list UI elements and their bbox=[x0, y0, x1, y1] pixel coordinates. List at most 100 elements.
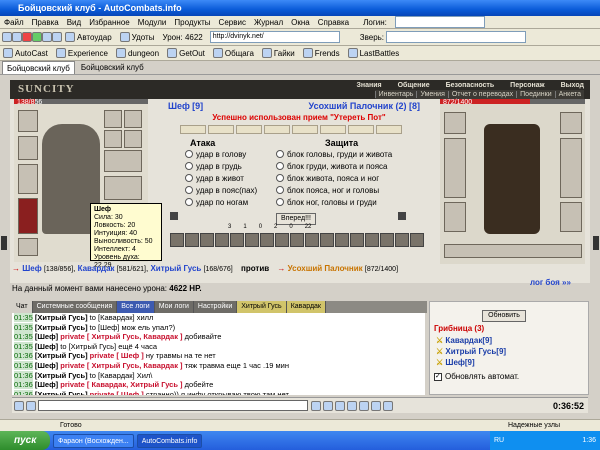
attack-groin-option[interactable]: удар в пояс(пах) bbox=[185, 185, 257, 197]
history-icon[interactable] bbox=[347, 400, 357, 411]
belt-slot-icon[interactable] bbox=[18, 238, 38, 256]
nav-security[interactable]: Безопасность bbox=[446, 82, 495, 89]
weapon-slot-icon[interactable] bbox=[18, 164, 38, 194]
refresh-button[interactable]: Обновить bbox=[482, 310, 526, 322]
skill-icon[interactable] bbox=[365, 233, 379, 247]
attack-legs-option[interactable]: удар по ногам bbox=[185, 197, 257, 209]
refresh-icon[interactable] bbox=[32, 32, 42, 42]
left-scroll-arrow-icon[interactable] bbox=[1, 236, 7, 250]
link-dungeon[interactable]: dungeon bbox=[113, 47, 162, 60]
defense-option-1[interactable]: блок головы, груди и живота bbox=[276, 149, 392, 161]
login-input[interactable] bbox=[394, 16, 485, 28]
attack-chest-option[interactable]: удар в грудь bbox=[185, 161, 257, 173]
bracers-slot-icon[interactable] bbox=[18, 136, 38, 160]
vs-left-name[interactable]: Шеф bbox=[22, 264, 42, 273]
chat-sender[interactable]: [Шеф] bbox=[35, 361, 58, 370]
skill-icon[interactable] bbox=[335, 233, 349, 247]
chat-private-recipients[interactable]: private [ Хитрый Гусь, Кавардак ] bbox=[60, 361, 182, 370]
opp-amulet-slot-icon[interactable] bbox=[560, 112, 582, 134]
chat-sender[interactable]: [Шеф] bbox=[35, 380, 58, 389]
menu-modules[interactable]: Модули bbox=[138, 16, 167, 29]
chat-sender[interactable]: [Шеф] bbox=[35, 342, 58, 351]
clan-member[interactable]: ⚔ Кавардак[9] bbox=[436, 335, 506, 346]
right-scroll-arrow-icon[interactable] bbox=[593, 236, 599, 250]
task-pharaoh[interactable]: Фараон (Восхожден... bbox=[53, 433, 134, 448]
skill-icon[interactable] bbox=[380, 233, 394, 247]
skill-icon[interactable] bbox=[245, 233, 259, 247]
tab-fight-club-1[interactable]: Бойцовский клуб bbox=[2, 61, 75, 74]
chat-private-recipients[interactable]: private [ Кавардак, Хитрый Гусь ] bbox=[60, 380, 182, 389]
radio-icon[interactable] bbox=[185, 150, 193, 158]
vs-right-name[interactable]: Усохший Палочник bbox=[288, 264, 363, 273]
clear-icon[interactable] bbox=[323, 400, 333, 411]
settings-icon[interactable] bbox=[383, 400, 393, 411]
skill-icon[interactable] bbox=[200, 233, 214, 247]
sound-icon[interactable] bbox=[371, 400, 381, 411]
link-getout[interactable]: GetOut bbox=[164, 47, 208, 60]
auto-refresh-option[interactable]: ✓ Обновлять автомат. bbox=[434, 372, 519, 381]
tab-hitry-gus[interactable]: Хитрый Гусь bbox=[237, 301, 287, 313]
search-icon[interactable] bbox=[52, 32, 62, 42]
opponent-header[interactable]: Усохший Палочник (2) [8] bbox=[309, 101, 420, 111]
chat-sender[interactable]: [Хитрый Гусь] bbox=[35, 390, 88, 395]
nav-profile[interactable]: Анкета bbox=[554, 91, 584, 98]
defense-option-4[interactable]: блок пояса, ног и головы bbox=[276, 185, 392, 197]
menu-service[interactable]: Сервис bbox=[219, 16, 246, 29]
chat-sender[interactable]: [Хитрый Гусь] bbox=[35, 371, 88, 380]
menu-view[interactable]: Вид bbox=[67, 16, 81, 29]
stop-icon[interactable] bbox=[22, 32, 32, 42]
tab-kavardak[interactable]: Кавардак bbox=[286, 301, 326, 313]
scroll-slot-icon[interactable] bbox=[208, 125, 234, 134]
chat-sender[interactable]: [Хитрый Гусь] bbox=[35, 323, 88, 332]
gloves-slot-icon[interactable] bbox=[104, 150, 142, 172]
armor-slot-icon[interactable] bbox=[18, 198, 38, 234]
skill-icon[interactable] bbox=[290, 233, 304, 247]
link-lastbattles[interactable]: LastBattles bbox=[345, 47, 403, 60]
forward-icon[interactable] bbox=[12, 32, 22, 42]
attack-belly-option[interactable]: удар в живот bbox=[185, 173, 257, 185]
skill-icon[interactable] bbox=[350, 233, 364, 247]
filter-icon[interactable] bbox=[359, 400, 369, 411]
home-icon[interactable] bbox=[42, 32, 52, 42]
radio-icon[interactable] bbox=[185, 174, 193, 182]
menu-products[interactable]: Продукты bbox=[174, 16, 210, 29]
radio-icon[interactable] bbox=[276, 186, 284, 194]
chat-sender[interactable]: [Хитрый Гусь] bbox=[35, 351, 88, 360]
opp-armor-slot-icon[interactable] bbox=[444, 202, 466, 232]
link-experience[interactable]: Experience bbox=[53, 47, 111, 60]
scroll-slot-icon[interactable] bbox=[348, 125, 374, 134]
translit-icon[interactable] bbox=[335, 400, 345, 411]
chat-private-recipients[interactable]: private [ Шеф ] bbox=[90, 390, 144, 395]
player-name[interactable]: Шеф bbox=[168, 101, 190, 111]
radio-icon[interactable] bbox=[185, 198, 193, 206]
skill-icon[interactable] bbox=[395, 233, 409, 247]
scroll-slot-icon[interactable] bbox=[236, 125, 262, 134]
tab-all-logs[interactable]: Все логи bbox=[117, 301, 155, 313]
scroll-slot-icon[interactable] bbox=[376, 125, 402, 134]
ring2-slot-icon[interactable] bbox=[104, 130, 122, 148]
language-indicator[interactable]: RU bbox=[494, 437, 504, 444]
autoudar-button[interactable]: Автоудар bbox=[62, 31, 115, 44]
radio-icon[interactable] bbox=[276, 174, 284, 182]
options-icon[interactable] bbox=[26, 400, 36, 411]
link-obshaga[interactable]: Общага bbox=[210, 47, 257, 60]
menu-file[interactable]: Файл bbox=[4, 16, 24, 29]
radio-icon[interactable] bbox=[185, 162, 193, 170]
chat-sender[interactable]: [Хитрый Гусь] bbox=[35, 313, 88, 322]
link-frends[interactable]: Frends bbox=[300, 47, 343, 60]
chat-input[interactable] bbox=[38, 400, 308, 411]
opp-shield-slot-icon[interactable] bbox=[560, 138, 582, 198]
back-icon[interactable] bbox=[2, 32, 12, 42]
send-icon[interactable] bbox=[311, 400, 321, 411]
nav-character[interactable]: Персонаж bbox=[510, 82, 544, 89]
scroll-slot-icon[interactable] bbox=[320, 125, 346, 134]
vs-mid1-name[interactable]: Кавардак bbox=[78, 264, 115, 273]
scroll-slot-icon[interactable] bbox=[292, 125, 318, 134]
nav-chat[interactable]: Общение bbox=[398, 82, 430, 89]
nav-transfers[interactable]: Отчет о переводах bbox=[447, 91, 516, 98]
menu-favorites[interactable]: Избранное bbox=[89, 16, 130, 29]
opp-helmet-slot-icon[interactable] bbox=[444, 112, 466, 134]
radio-icon[interactable] bbox=[185, 186, 193, 194]
menu-help[interactable]: Справка bbox=[318, 16, 349, 29]
skill-icon[interactable] bbox=[230, 233, 244, 247]
